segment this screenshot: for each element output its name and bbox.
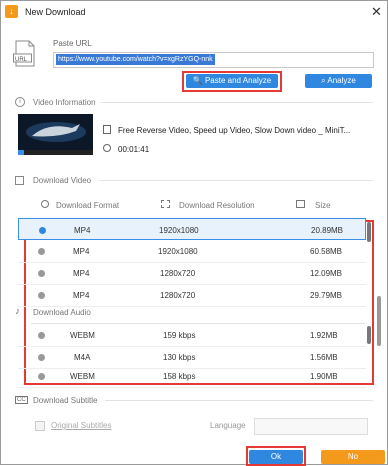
url-icon-text: URL [15, 57, 28, 63]
url-value: https://www.youtube.com/watch?v=xgRzYGQ-… [56, 54, 215, 65]
title-bar: ↓ New Download ✕ [1, 1, 387, 23]
video-scrollbar[interactable] [367, 222, 371, 242]
original-subtitles-checkbox[interactable] [35, 421, 45, 431]
paste-analyze-label: Paste and Analyze [204, 76, 272, 85]
row-size: 1.90MB [310, 372, 338, 381]
radio-icon [38, 292, 45, 299]
search-icon: ⌕ [321, 76, 326, 85]
download-audio-title: Download Audio [33, 308, 91, 317]
row-format: WEBM [70, 372, 95, 381]
radio-icon [38, 270, 45, 277]
row-size: 29.79MB [310, 291, 343, 300]
download-subtitle-title: Download Subtitle [33, 396, 98, 405]
row-bitrate: 130 kbps [163, 353, 196, 362]
language-select[interactable] [254, 418, 368, 435]
row-format: M4A [74, 353, 91, 362]
divider [99, 180, 373, 181]
video-section-icon [15, 176, 24, 185]
video-row[interactable]: MP4 1920x1080 20.89MB [18, 218, 366, 240]
row-resolution: 1280x720 [160, 269, 196, 278]
row-format: MP4 [73, 247, 90, 256]
row-size: 1.92MB [310, 331, 338, 340]
download-video-title: Download Video [33, 176, 92, 185]
audio-scrollbar[interactable] [367, 326, 371, 344]
row-size: 12.09MB [310, 269, 343, 278]
analyze-label: Analyze [327, 76, 356, 85]
document-icon [103, 125, 111, 134]
no-button[interactable]: No [321, 450, 385, 464]
ok-button[interactable]: Ok [249, 450, 303, 464]
row-size: 1.56MB [310, 353, 338, 362]
original-subtitles-label: Original Subtitles [51, 421, 112, 430]
radio-icon [38, 332, 45, 339]
col-size-header: Size [315, 201, 331, 210]
language-label: Language [210, 421, 246, 430]
row-bitrate: 158 kbps [163, 372, 196, 381]
video-title: Free Reverse Video, Speed up Video, Slow… [118, 126, 351, 135]
divider [105, 400, 373, 401]
new-download-dialog: ↓ New Download ✕ URL Paste URL https://w… [0, 0, 388, 466]
radio-icon [38, 248, 45, 255]
col-resolution-header: Download Resolution [179, 201, 255, 210]
row-resolution: 1920x1080 [158, 247, 198, 256]
row-size: 20.89MB [311, 226, 344, 235]
paste-analyze-icon: 🔍 [192, 76, 203, 85]
video-row[interactable]: MP4 1280x720 29.79MB [18, 284, 366, 307]
paste-url-label: Paste URL [53, 39, 92, 48]
row-resolution: 1920x1080 [159, 226, 199, 235]
row-resolution: 1280x720 [160, 291, 196, 300]
audio-row[interactable]: WEBM 158 kbps 1.90MB [18, 365, 366, 388]
folder-icon [296, 200, 305, 208]
music-note-icon: ♪ [15, 306, 20, 317]
download-app-icon: ↓ [5, 5, 18, 18]
divider [101, 102, 373, 103]
row-format: WEBM [70, 331, 95, 340]
col-format-header: Download Format [56, 201, 120, 210]
row-format: MP4 [74, 226, 91, 235]
paste-and-analyze-button[interactable]: 🔍 Paste and Analyze [186, 74, 278, 88]
video-duration: 00:01:41 [118, 145, 150, 154]
analyze-button[interactable]: ⌕ Analyze [305, 74, 372, 88]
format-icon [41, 200, 49, 208]
row-format: MP4 [73, 269, 90, 278]
video-row[interactable]: MP4 1280x720 12.09MB [18, 262, 366, 285]
audio-row[interactable]: WEBM 159 kbps 1.92MB [18, 324, 366, 347]
info-icon: i [15, 97, 25, 107]
row-bitrate: 159 kbps [163, 331, 196, 340]
clock-icon [103, 144, 111, 152]
close-icon[interactable]: ✕ [371, 4, 382, 20]
radio-icon [38, 373, 45, 380]
row-format: MP4 [73, 291, 90, 300]
selected-radio-icon [39, 227, 46, 234]
dialog-title: New Download [25, 7, 86, 17]
cc-icon: CC [15, 396, 28, 404]
outer-scrollbar[interactable] [377, 296, 381, 346]
resolution-icon [161, 200, 170, 208]
video-info-title: Video Information [33, 98, 96, 107]
video-row[interactable]: MP4 1920x1080 60.58MB [18, 240, 366, 263]
row-size: 60.58MB [310, 247, 343, 256]
url-input[interactable]: https://www.youtube.com/watch?v=xgRzYGQ-… [53, 52, 374, 68]
radio-icon [38, 354, 45, 361]
video-thumbnail [18, 114, 93, 155]
